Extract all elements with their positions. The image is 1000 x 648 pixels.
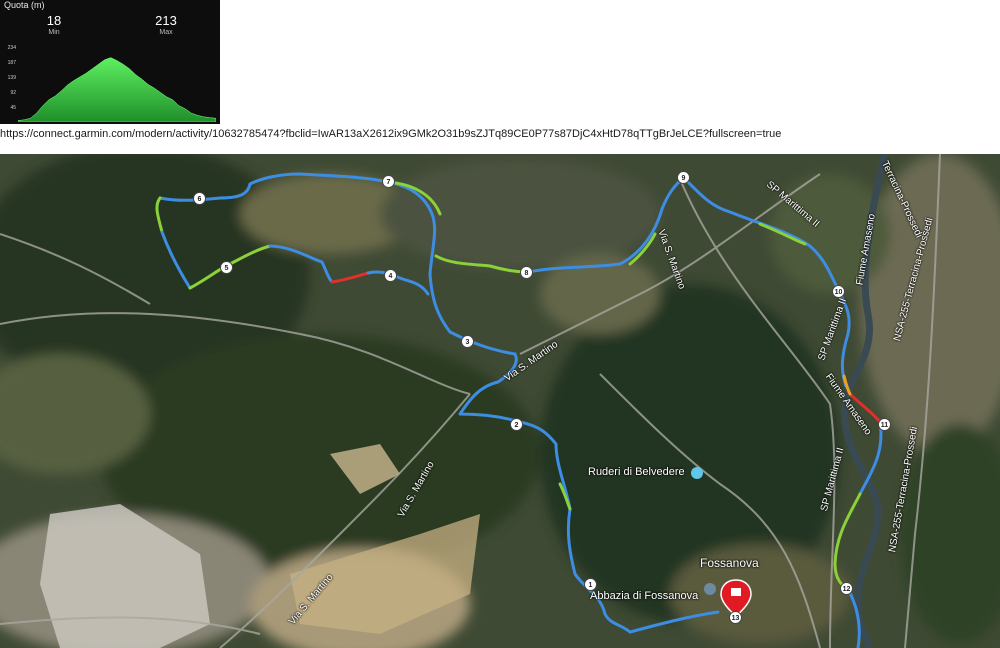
- waypoint-marker[interactable]: 3: [461, 335, 474, 348]
- waypoint-marker[interactable]: 13: [729, 611, 742, 624]
- waypoint-marker[interactable]: 8: [520, 266, 533, 279]
- town-label: Fossanova: [700, 556, 759, 570]
- y-tick: 92: [10, 90, 16, 96]
- elevation-title: Quota (m): [4, 0, 45, 10]
- waypoint-marker[interactable]: 11: [878, 418, 891, 431]
- waypoint-marker[interactable]: 7: [382, 175, 395, 188]
- waypoint-marker[interactable]: 12: [840, 582, 853, 595]
- poi-label[interactable]: Abbazia di Fossanova: [590, 590, 698, 602]
- poi-label[interactable]: Ruderi di Belvedere: [588, 466, 685, 478]
- max-value: 213: [155, 13, 177, 28]
- waypoint-marker[interactable]: 9: [677, 171, 690, 184]
- min-value: 18: [46, 13, 62, 28]
- y-tick: 187: [7, 60, 16, 66]
- activity-url[interactable]: https://connect.garmin.com/modern/activi…: [0, 128, 781, 140]
- waypoint-marker[interactable]: 2: [510, 418, 523, 431]
- min-label: Min: [48, 29, 60, 36]
- waypoint-marker[interactable]: 6: [193, 192, 206, 205]
- waypoint-marker[interactable]: 5: [220, 261, 233, 274]
- min-stat: 18 Min: [24, 14, 84, 38]
- y-tick: 45: [10, 105, 16, 111]
- elevation-profile: [18, 57, 216, 122]
- y-tick: 234: [7, 45, 16, 51]
- waypoint-marker[interactable]: 10: [832, 285, 845, 298]
- y-tick: 139: [7, 75, 16, 81]
- elevation-panel: Quota (m) 18 Min 213 Max 234 187 139 92 …: [0, 0, 220, 124]
- satellite-map[interactable]: Via S. Martino Via S. Martino Via S. Mar…: [0, 154, 1000, 648]
- elevation-area: [18, 57, 216, 122]
- waypoint-marker[interactable]: 1: [584, 578, 597, 591]
- waypoint-marker[interactable]: 4: [384, 269, 397, 282]
- church-pin-icon[interactable]: [704, 583, 716, 595]
- poi-pin-icon[interactable]: [691, 467, 703, 479]
- max-stat: 213 Max: [136, 14, 196, 38]
- max-label: Max: [159, 29, 173, 36]
